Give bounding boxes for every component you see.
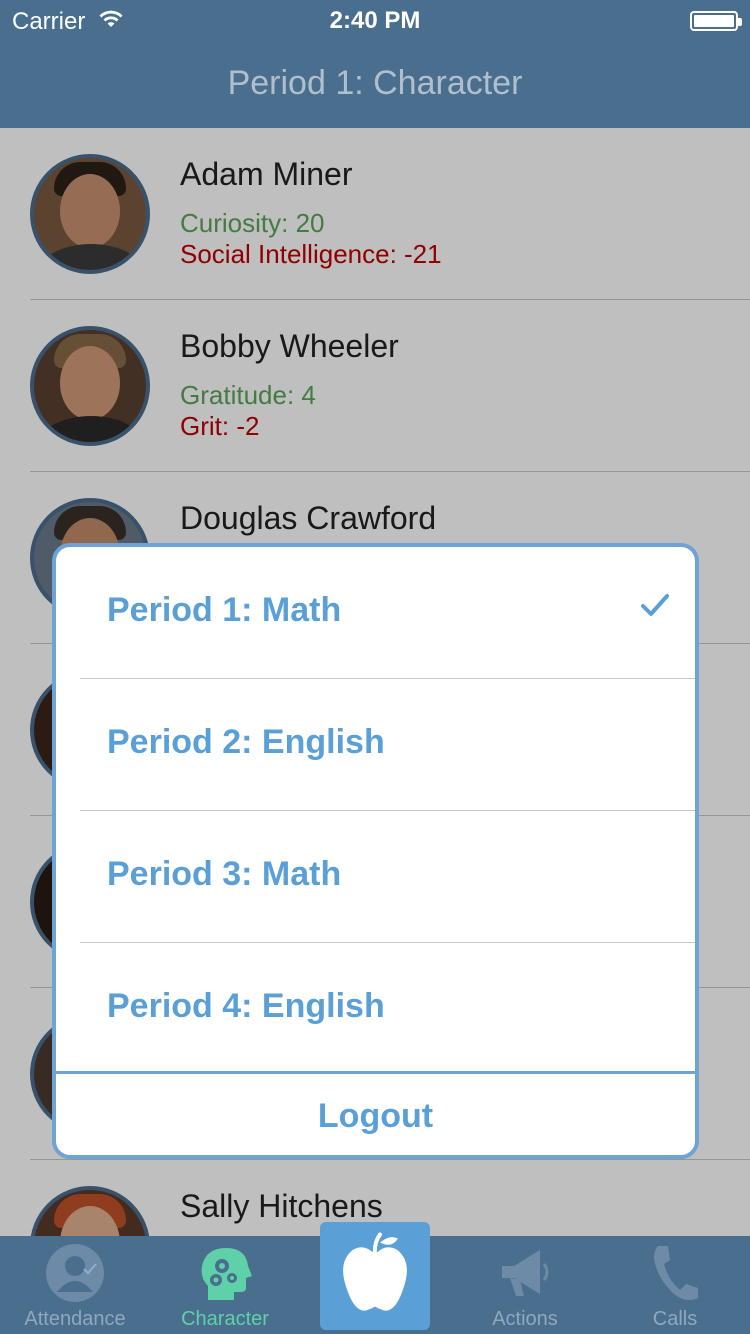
tab-home[interactable] — [320, 1222, 430, 1330]
page-title[interactable]: Period 1: Character — [0, 64, 750, 103]
clock: 2:40 PM — [329, 7, 421, 34]
tab-label: Attendance — [24, 1308, 126, 1330]
period-option[interactable]: Period 1: Math — [56, 547, 695, 679]
checkmark-icon — [641, 593, 669, 622]
period-option[interactable]: Period 2: English — [56, 679, 695, 811]
period-option[interactable]: Period 4: English — [56, 943, 695, 1075]
tab-attendance[interactable]: Attendance — [0, 1236, 150, 1334]
navigation-bar: Carrier 2:40 PM Period 1: Character — [0, 0, 750, 128]
megaphone-icon — [494, 1242, 556, 1309]
period-option-label: Period 4: English — [107, 987, 385, 1025]
tab-calls[interactable]: Calls — [600, 1236, 750, 1334]
tab-label: Calls — [652, 1308, 698, 1330]
period-option-label: Period 3: Math — [107, 855, 342, 893]
tab-character[interactable]: Character — [150, 1236, 300, 1334]
logout-button[interactable]: Logout — [56, 1074, 695, 1155]
tab-label: Actions — [492, 1308, 558, 1330]
period-option-label: Period 2: English — [107, 723, 385, 761]
period-option-label: Period 1: Math — [107, 591, 342, 629]
head-gears-icon — [194, 1242, 256, 1309]
period-menu: Period 1: Math Period 2: English Period … — [52, 543, 699, 1159]
period-option[interactable]: Period 3: Math — [56, 811, 695, 943]
person-check-icon — [44, 1242, 106, 1309]
tab-label: Character — [181, 1308, 269, 1330]
tab-actions[interactable]: Actions — [450, 1236, 600, 1334]
phone-icon — [644, 1242, 706, 1309]
status-bar: Carrier 2:40 PM — [0, 0, 750, 40]
battery-icon — [690, 11, 742, 31]
apple-icon — [340, 1232, 410, 1320]
